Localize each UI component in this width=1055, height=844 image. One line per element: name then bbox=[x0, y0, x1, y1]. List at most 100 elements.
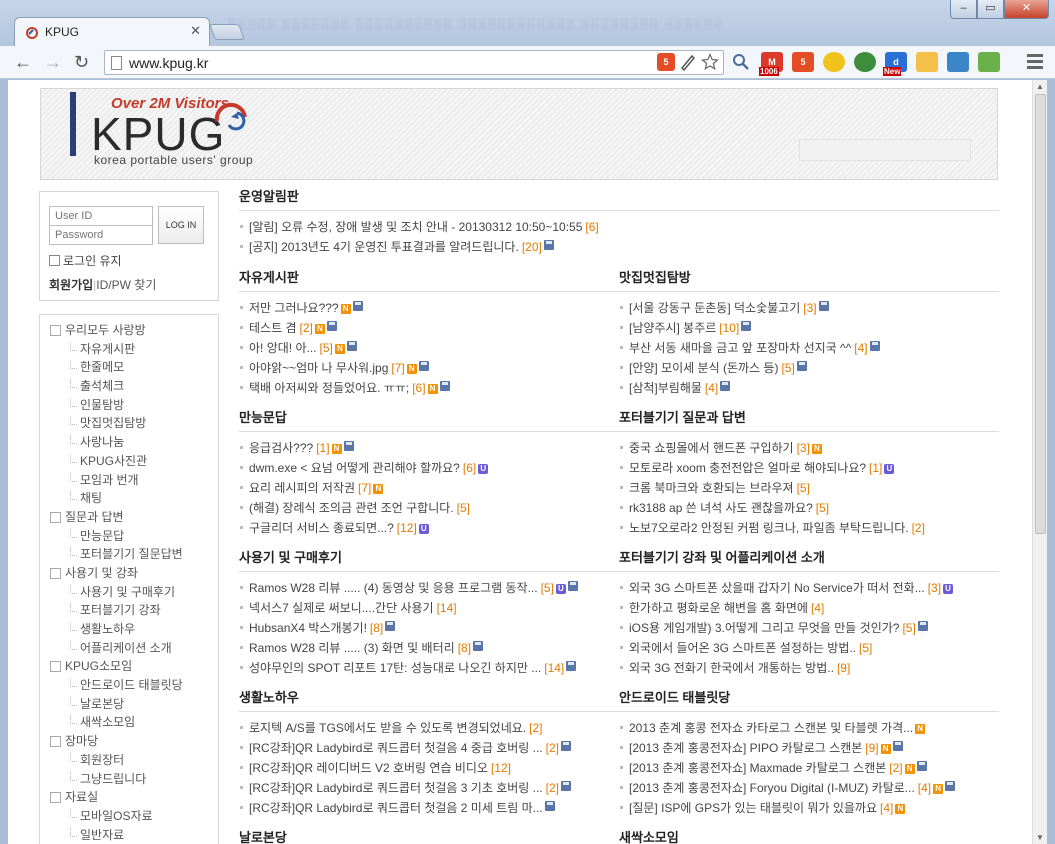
forward-button[interactable]: → bbox=[44, 52, 62, 73]
bookmark-star-icon[interactable] bbox=[701, 53, 719, 71]
post-title[interactable]: [삼척]부림해물 bbox=[629, 381, 702, 395]
post-title[interactable]: 한가하고 평화로운 해변을 홈 화면에 bbox=[629, 601, 808, 615]
post-title[interactable]: [알림] 오류 수정, 장애 발생 및 조치 안내 - 20130312 10:… bbox=[249, 220, 582, 234]
nav-board-link[interactable]: 사랑나눔 bbox=[40, 433, 218, 452]
reload-button[interactable]: ↻ bbox=[74, 52, 89, 73]
post-title[interactable]: 아야앍~~엄마 나 무사워.jpg bbox=[249, 361, 388, 375]
globe-extension-icon[interactable] bbox=[854, 52, 876, 72]
post-title[interactable]: 응급검사??? bbox=[249, 441, 313, 455]
post-title[interactable]: 택배 아저씨와 정들었어요. ㅠㅠ; bbox=[249, 381, 409, 395]
post-title[interactable]: 저만 그러나요??? bbox=[249, 301, 339, 315]
nav-board-link[interactable]: 자유게시판 bbox=[40, 340, 218, 359]
section-title[interactable]: 포터블기기 질문과 답변 bbox=[619, 407, 999, 432]
gmail-extension-icon[interactable]: M 1006 bbox=[759, 52, 783, 76]
post-item[interactable]: [삼척]부림해물 [4] bbox=[619, 379, 999, 399]
section-title[interactable]: 맛집멋집탐방 bbox=[619, 267, 999, 292]
circle-extension-icon[interactable] bbox=[823, 52, 845, 72]
scroll-up-icon[interactable]: ▲ bbox=[1036, 82, 1044, 91]
minimize-button[interactable]: – bbox=[950, 0, 977, 19]
nav-board-link[interactable]: 인물탐방 bbox=[40, 396, 218, 415]
post-title[interactable]: iOS용 게임개발) 3.어떻게 그리고 무엇을 만들 것인가? bbox=[629, 621, 899, 635]
post-title[interactable]: 로지텍 A/S를 TGS에서도 받을 수 있도록 변경되었네요. bbox=[249, 721, 526, 735]
post-item[interactable]: [서울 강동구 둔촌동] 덕소숯불고기 [3] bbox=[619, 299, 999, 319]
post-item[interactable]: 아! 앙대! 아... [5] N bbox=[239, 339, 619, 359]
vertical-scrollbar[interactable]: ▲ ▼ bbox=[1032, 80, 1047, 844]
post-title[interactable]: 구글리더 서비스 종료되면...? bbox=[249, 521, 394, 535]
post-item[interactable]: dwm.exe < 요넘 어떻게 관리해야 할까요? [6] U bbox=[239, 459, 619, 479]
post-item[interactable]: [안양] 모이세 분식 (돈까스 등) [5] bbox=[619, 359, 999, 379]
find-id-pw-link[interactable]: ID/PW 찾기 bbox=[96, 278, 156, 292]
join-link[interactable]: 회원가입 bbox=[49, 278, 93, 292]
post-item[interactable]: 요리 레시피의 저작권 [7] N bbox=[239, 479, 619, 499]
post-title[interactable]: Ramos W28 리뷰 ..... (4) 동영상 및 응용 프로그램 동작.… bbox=[249, 581, 538, 595]
remember-login[interactable]: 로그인 유지 bbox=[49, 252, 122, 269]
document-extension-icon[interactable] bbox=[978, 52, 1000, 72]
post-title[interactable]: [안양] 모이세 분식 (돈까스 등) bbox=[629, 361, 778, 375]
section-title[interactable]: 안드로이드 태블릿당 bbox=[619, 687, 999, 712]
login-button[interactable]: LOG IN bbox=[158, 206, 204, 244]
post-item[interactable]: 성야무인의 SPOT 리포트 17탄: 성능대로 나오긴 하지만 ... [14] bbox=[239, 659, 619, 679]
nav-category[interactable]: 질문과 답변 bbox=[40, 508, 218, 527]
post-item[interactable]: 로지텍 A/S를 TGS에서도 받을 수 있도록 변경되었네요. [2] bbox=[239, 719, 619, 739]
post-title[interactable]: [2013 춘계 홍콩전자쇼] PIPO 카탈로그 스캔본 bbox=[629, 741, 862, 755]
post-item[interactable]: [남양주시] 봉주르 [10] bbox=[619, 319, 999, 339]
maximize-button[interactable]: ▭ bbox=[977, 0, 1004, 19]
pencil-icon[interactable] bbox=[679, 53, 697, 71]
post-item[interactable]: 2013 춘계 홍콩 전자쇼 카타로그 스캔본 및 타블렛 가격... N bbox=[619, 719, 999, 739]
post-item[interactable]: 넥서스7 실제로 써보니....간단 사용기 [14] bbox=[239, 599, 619, 619]
post-item[interactable]: 한가하고 평화로운 해변을 홈 화면에 [4] bbox=[619, 599, 999, 619]
post-title[interactable]: 요리 레시피의 저작권 bbox=[249, 481, 355, 495]
close-window-button[interactable]: ✕ bbox=[1004, 0, 1049, 19]
post-item[interactable]: 외국 3G 전화기 한국에서 개통하는 방법.. [9] bbox=[619, 659, 999, 679]
html5-icon[interactable]: 5 bbox=[657, 53, 675, 71]
post-title[interactable]: (해결) 장례식 조의금 관련 조언 구합니다. bbox=[249, 501, 454, 515]
post-item[interactable]: [RC강좌]QR Ladybird로 쿼드콥터 첫걸음 3 기초 호버링 ...… bbox=[239, 779, 619, 799]
remember-checkbox[interactable] bbox=[49, 255, 60, 266]
section-title[interactable]: 새싹소모임 bbox=[619, 827, 999, 844]
post-item[interactable]: (해결) 장례식 조의금 관련 조언 구합니다. [5] bbox=[239, 499, 619, 519]
post-item[interactable]: 부산 서동 새마을 금고 앞 포장마차 선지국 ^^ [4] bbox=[619, 339, 999, 359]
nav-board-link[interactable]: 회원장터 bbox=[40, 751, 218, 770]
post-item[interactable]: Ramos W28 리뷰 ..... (4) 동영상 및 응용 프로그램 동작.… bbox=[239, 579, 619, 599]
post-item[interactable]: [2013 춘계 홍콩전자쇼] PIPO 카탈로그 스캔본 [9] N bbox=[619, 739, 999, 759]
post-title[interactable]: [2013 춘계 홍콩전자쇼] Maxmade 카탈로그 스캔본 bbox=[629, 761, 886, 775]
post-title[interactable]: rk3188 ap 쓴 녀석 사도 괜찮을까요? bbox=[629, 501, 813, 515]
post-item[interactable]: 아야앍~~엄마 나 무사워.jpg [7] N bbox=[239, 359, 619, 379]
post-title[interactable]: 모토로라 xoom 충전전압은 얼마로 해야되나요? bbox=[629, 461, 866, 475]
magnifier-extension-icon[interactable] bbox=[730, 52, 752, 72]
post-item[interactable]: 모토로라 xoom 충전전압은 얼마로 해야되나요? [1] U bbox=[619, 459, 999, 479]
post-item[interactable]: 택배 아저씨와 정들었어요. ㅠㅠ; [6] N bbox=[239, 379, 619, 399]
post-title[interactable]: 아! 앙대! 아... bbox=[249, 341, 317, 355]
nav-category[interactable]: 우리모두 사랑방 bbox=[40, 321, 218, 340]
nav-board-link[interactable]: 한줄메모 bbox=[40, 358, 218, 377]
post-item[interactable]: [RC강좌]QR 레이디버드 V2 호버링 연습 비디오 [12] bbox=[239, 759, 619, 779]
html5-extension-icon[interactable]: 5 bbox=[792, 52, 814, 72]
post-title[interactable]: 부산 서동 새마을 금고 앞 포장마차 선지국 ^^ bbox=[629, 341, 851, 355]
post-title[interactable]: [RC강좌]QR Ladybird로 쿼드콥터 첫걸음 4 중급 호버링 ... bbox=[249, 741, 543, 755]
post-title[interactable]: 2013 춘계 홍콩 전자쇼 카타로그 스캔본 및 타블렛 가격... bbox=[629, 721, 913, 735]
section-title[interactable]: 만능문답 bbox=[239, 407, 619, 432]
post-item[interactable]: [공지] 2013년도 4기 운영진 투표결과를 알려드립니다. [20] bbox=[239, 238, 999, 258]
section-title[interactable]: 날로본당 bbox=[239, 827, 619, 844]
post-item[interactable]: [질문] ISP에 GPS가 있는 태블릿이 뭐가 있을까요 [4] N bbox=[619, 799, 999, 819]
nav-board-link[interactable]: 사용기 및 구매후기 bbox=[40, 583, 218, 602]
post-item[interactable]: iOS용 게임개발) 3.어떻게 그리고 무엇을 만들 것인가? [5] bbox=[619, 619, 999, 639]
url-text[interactable]: www.kpug.kr bbox=[129, 55, 208, 71]
nav-board-link[interactable]: 날로본당 bbox=[40, 695, 218, 714]
nav-board-link[interactable]: 맛집멋집탐방 bbox=[40, 414, 218, 433]
post-title[interactable]: [2013 춘계 홍콩전자쇼] Foryou Digital (I-MUZ) 카… bbox=[629, 781, 915, 795]
post-item[interactable]: [2013 춘계 홍콩전자쇼] Maxmade 카탈로그 스캔본 [2] N bbox=[619, 759, 999, 779]
section-title[interactable]: 운영알림판 bbox=[239, 186, 999, 211]
new-tab-button[interactable] bbox=[209, 24, 245, 40]
post-item[interactable]: [RC강좌]QR Ladybird로 쿼드콥터 첫걸음 4 중급 호버링 ...… bbox=[239, 739, 619, 759]
nav-board-link[interactable]: 모바일OS자료 bbox=[40, 807, 218, 826]
post-item[interactable]: 외국 3G 스마트폰 샀을때 갑자기 No Service가 떠서 전화...[… bbox=[619, 579, 999, 599]
dl-extension-icon[interactable]: d New bbox=[883, 52, 907, 76]
section-title[interactable]: 포터블기기 강좌 및 어플리케이션 소개 bbox=[619, 547, 999, 572]
post-item[interactable]: [RC강좌]QR Ladybird로 쿼드콥터 첫걸음 2 미세 트림 마... bbox=[239, 799, 619, 819]
post-item[interactable]: 노보7오로라2 안정된 커펌 링크나, 파일좀 부탁드립니다. [2] bbox=[619, 519, 999, 539]
section-title[interactable]: 자유게시판 bbox=[239, 267, 619, 292]
post-title[interactable]: 외국에서 들어온 3G 스마트폰 설정하는 방법.. bbox=[629, 641, 856, 655]
post-title[interactable]: 테스트 겸 bbox=[249, 321, 297, 335]
post-title[interactable]: [질문] ISP에 GPS가 있는 태블릿이 뭐가 있을까요 bbox=[629, 801, 877, 815]
